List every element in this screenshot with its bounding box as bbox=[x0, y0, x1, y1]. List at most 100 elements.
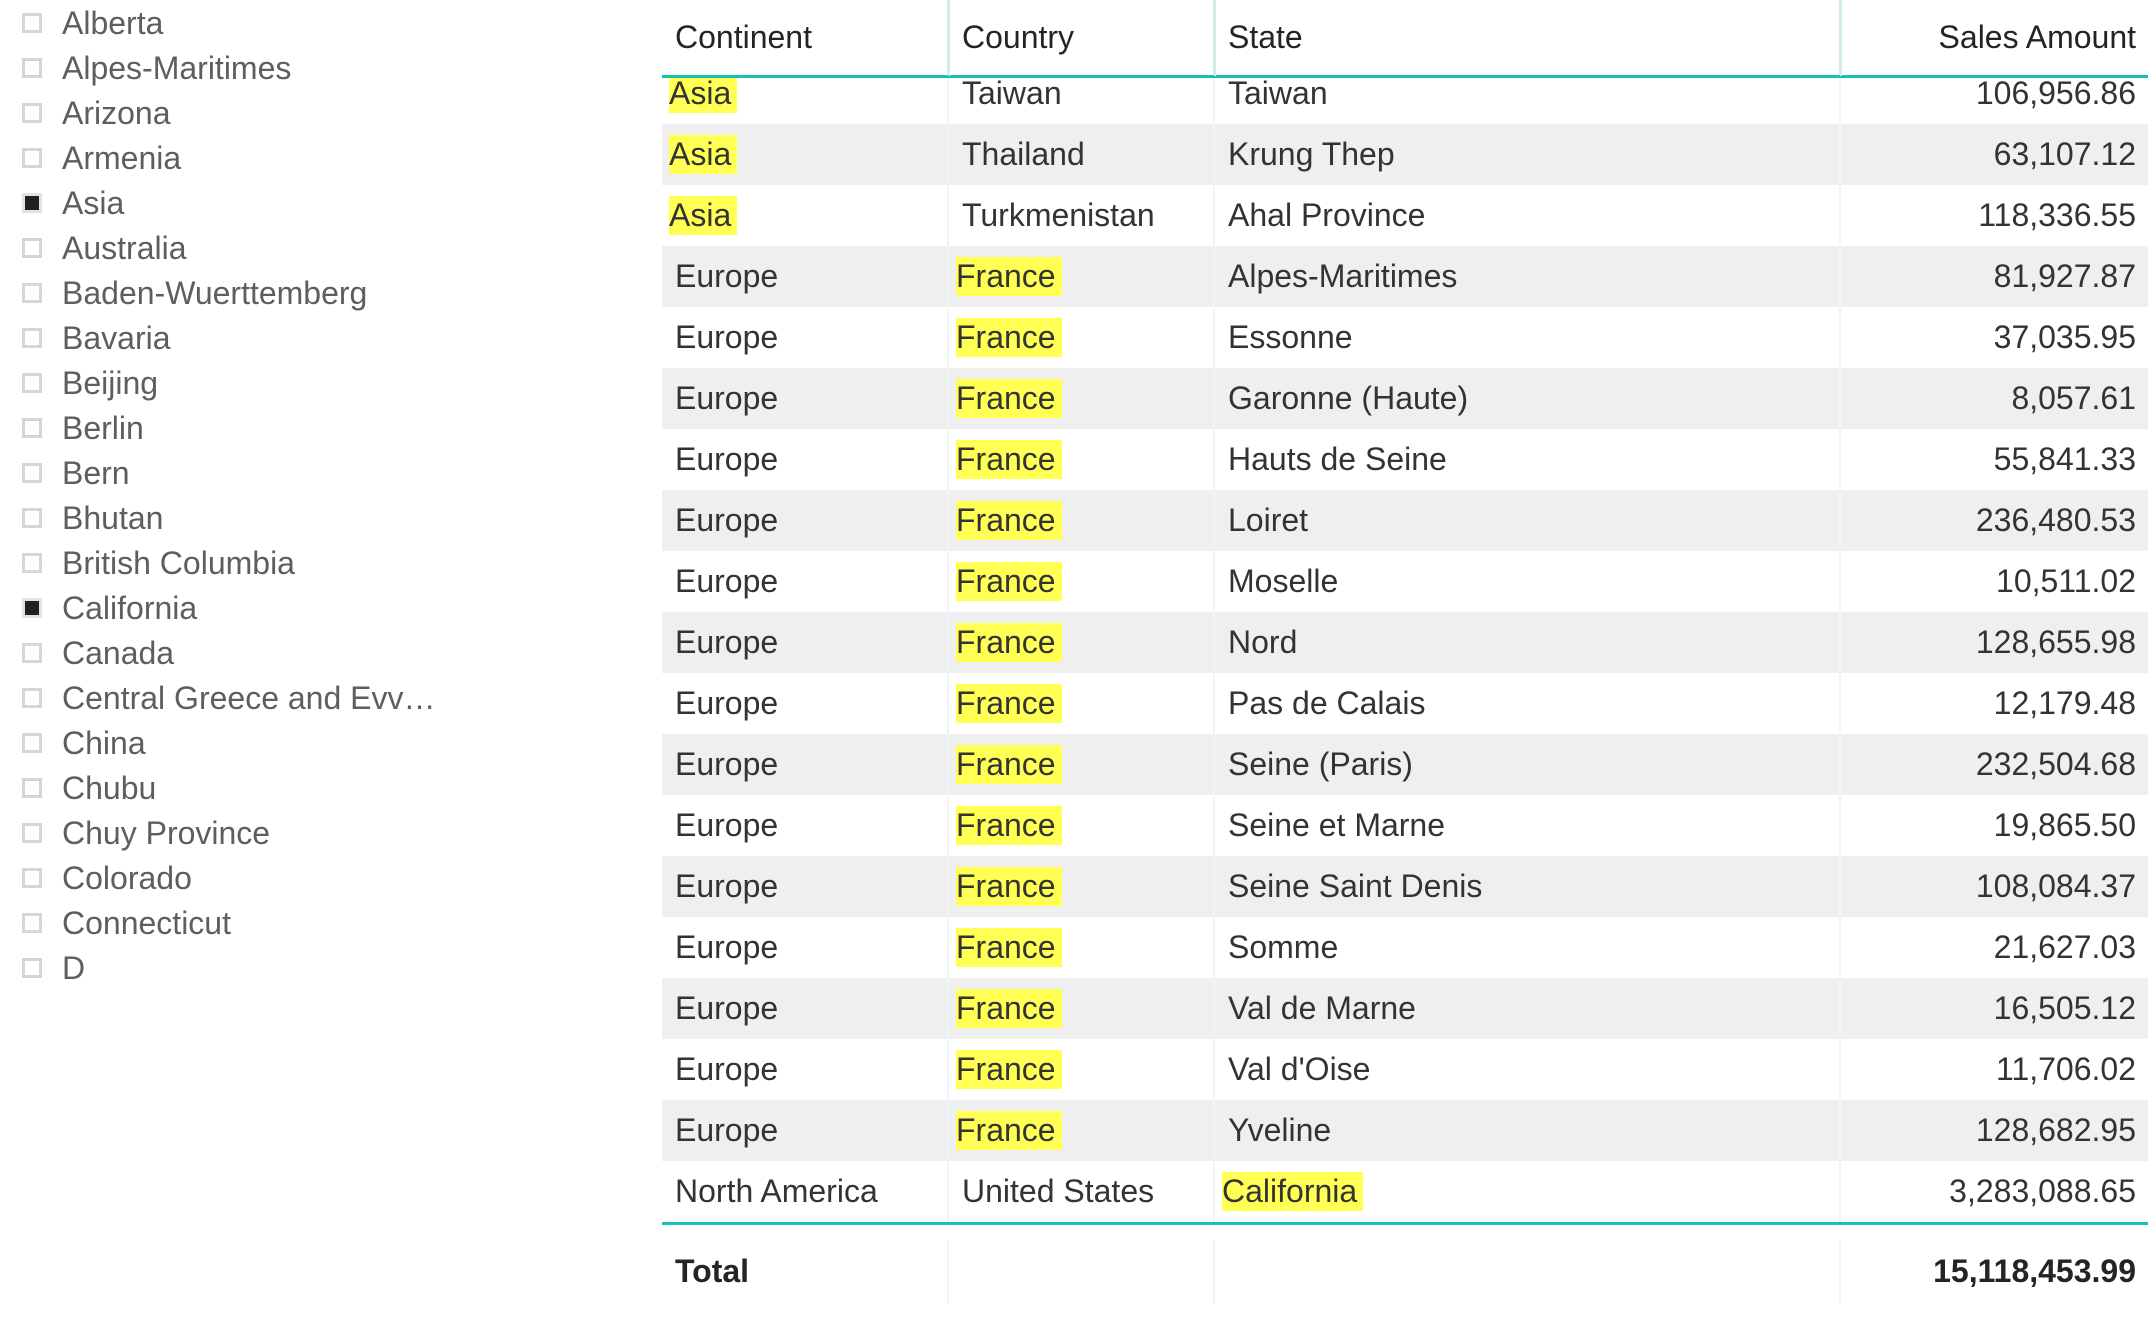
checkbox-unchecked-icon[interactable] bbox=[22, 418, 42, 438]
cell-state[interactable]: Val d'Oise bbox=[1214, 1039, 1840, 1100]
cell-country[interactable]: France bbox=[948, 1100, 1214, 1161]
cell-state[interactable]: Val de Marne bbox=[1214, 978, 1840, 1039]
slicer-item[interactable]: Alpes-Maritimes bbox=[0, 45, 600, 90]
checkbox-unchecked-icon[interactable] bbox=[22, 823, 42, 843]
cell-continent[interactable]: Europe bbox=[662, 612, 948, 673]
checkbox-unchecked-icon[interactable] bbox=[22, 913, 42, 933]
table-row[interactable]: EuropeFranceSeine (Paris)232,504.68 bbox=[662, 734, 2148, 795]
cell-sales-amount[interactable]: 16,505.12 bbox=[1840, 978, 2148, 1039]
checkbox-unchecked-icon[interactable] bbox=[22, 283, 42, 303]
cell-continent[interactable]: North America bbox=[662, 1161, 948, 1224]
cell-country[interactable]: France bbox=[948, 246, 1214, 307]
cell-state[interactable]: Yveline bbox=[1214, 1100, 1840, 1161]
column-header-country[interactable]: Country bbox=[948, 0, 1214, 76]
slicer-item-list[interactable]: AlbertaAlpes-MaritimesArizonaArmeniaAsia… bbox=[0, 0, 600, 990]
cell-continent[interactable]: Asia bbox=[662, 185, 948, 246]
slicer-item[interactable]: Canada bbox=[0, 630, 600, 675]
cell-sales-amount[interactable]: 118,336.55 bbox=[1840, 185, 2148, 246]
slicer-item[interactable]: Asia bbox=[0, 180, 600, 225]
table-row[interactable]: EuropeFranceAlpes-Maritimes81,927.87 bbox=[662, 246, 2148, 307]
checkbox-unchecked-icon[interactable] bbox=[22, 643, 42, 663]
cell-continent[interactable]: Europe bbox=[662, 490, 948, 551]
cell-state[interactable]: Garonne (Haute) bbox=[1214, 368, 1840, 429]
table-row[interactable]: EuropeFranceLoiret236,480.53 bbox=[662, 490, 2148, 551]
cell-country[interactable]: France bbox=[948, 368, 1214, 429]
checkbox-unchecked-icon[interactable] bbox=[22, 373, 42, 393]
slicer-item[interactable]: Central Greece and Evv… bbox=[0, 675, 600, 720]
slicer-item[interactable]: Australia bbox=[0, 225, 600, 270]
checkbox-unchecked-icon[interactable] bbox=[22, 328, 42, 348]
cell-state[interactable]: Seine et Marne bbox=[1214, 795, 1840, 856]
cell-country[interactable]: France bbox=[948, 429, 1214, 490]
cell-state[interactable]: Seine Saint Denis bbox=[1214, 856, 1840, 917]
cell-state[interactable]: Ahal Province bbox=[1214, 185, 1840, 246]
cell-country[interactable]: France bbox=[948, 856, 1214, 917]
column-header-sales-amount[interactable]: Sales Amount bbox=[1840, 0, 2148, 76]
cell-sales-amount[interactable]: 11,706.02 bbox=[1840, 1039, 2148, 1100]
cell-sales-amount[interactable]: 19,865.50 bbox=[1840, 795, 2148, 856]
cell-country[interactable]: France bbox=[948, 490, 1214, 551]
table-row[interactable]: AsiaThailandKrung Thep63,107.12 bbox=[662, 124, 2148, 185]
slicer-item[interactable]: Bern bbox=[0, 450, 600, 495]
table-row[interactable]: EuropeFranceSeine et Marne19,865.50 bbox=[662, 795, 2148, 856]
cell-state[interactable]: Hauts de Seine bbox=[1214, 429, 1840, 490]
cell-country[interactable]: France bbox=[948, 673, 1214, 734]
slicer-item[interactable]: Chubu bbox=[0, 765, 600, 810]
cell-country[interactable]: France bbox=[948, 734, 1214, 795]
slicer-item[interactable]: D bbox=[0, 945, 600, 990]
table-row[interactable]: EuropeFranceGaronne (Haute)8,057.61 bbox=[662, 368, 2148, 429]
table-row[interactable]: EuropeFrancePas de Calais12,179.48 bbox=[662, 673, 2148, 734]
slicer-item[interactable]: California bbox=[0, 585, 600, 630]
cell-sales-amount[interactable]: 63,107.12 bbox=[1840, 124, 2148, 185]
slicer-item[interactable]: China bbox=[0, 720, 600, 765]
cell-continent[interactable]: Europe bbox=[662, 856, 948, 917]
cell-continent[interactable]: Europe bbox=[662, 917, 948, 978]
cell-continent[interactable]: Asia bbox=[662, 124, 948, 185]
cell-sales-amount[interactable]: 3,283,088.65 bbox=[1840, 1161, 2148, 1224]
slicer-item[interactable]: Alberta bbox=[0, 0, 600, 45]
cell-country[interactable]: France bbox=[948, 612, 1214, 673]
slicer-item[interactable]: Baden-Wuerttemberg bbox=[0, 270, 600, 315]
slicer-scrollbar-track[interactable] bbox=[552, 0, 567, 1318]
cell-country[interactable]: Turkmenistan bbox=[948, 185, 1214, 246]
cell-continent[interactable]: Europe bbox=[662, 429, 948, 490]
cell-sales-amount[interactable]: 128,682.95 bbox=[1840, 1100, 2148, 1161]
table-row[interactable]: AsiaTurkmenistanAhal Province118,336.55 bbox=[662, 185, 2148, 246]
cell-country[interactable]: France bbox=[948, 307, 1214, 368]
cell-country[interactable]: Thailand bbox=[948, 124, 1214, 185]
cell-country[interactable]: France bbox=[948, 795, 1214, 856]
checkbox-unchecked-icon[interactable] bbox=[22, 463, 42, 483]
checkbox-checked-icon[interactable] bbox=[22, 193, 42, 213]
table-row[interactable]: EuropeFranceVal de Marne16,505.12 bbox=[662, 978, 2148, 1039]
slicer-item[interactable]: Colorado bbox=[0, 855, 600, 900]
checkbox-unchecked-icon[interactable] bbox=[22, 868, 42, 888]
cell-continent[interactable]: Europe bbox=[662, 734, 948, 795]
cell-sales-amount[interactable]: 21,627.03 bbox=[1840, 917, 2148, 978]
column-header-state[interactable]: State bbox=[1214, 0, 1840, 76]
cell-sales-amount[interactable]: 55,841.33 bbox=[1840, 429, 2148, 490]
checkbox-unchecked-icon[interactable] bbox=[22, 778, 42, 798]
cell-state[interactable]: Moselle bbox=[1214, 551, 1840, 612]
cell-country[interactable]: United States bbox=[948, 1161, 1214, 1224]
table-row[interactable]: EuropeFranceYveline128,682.95 bbox=[662, 1100, 2148, 1161]
geography-slicer[interactable]: AlbertaAlpes-MaritimesArizonaArmeniaAsia… bbox=[0, 0, 600, 1318]
table-row[interactable]: EuropeFranceMoselle10,511.02 bbox=[662, 551, 2148, 612]
slicer-item[interactable]: British Columbia bbox=[0, 540, 600, 585]
cell-state[interactable]: Krung Thep bbox=[1214, 124, 1840, 185]
checkbox-unchecked-icon[interactable] bbox=[22, 733, 42, 753]
checkbox-unchecked-icon[interactable] bbox=[22, 148, 42, 168]
cell-continent[interactable]: Europe bbox=[662, 795, 948, 856]
cell-state[interactable]: Essonne bbox=[1214, 307, 1840, 368]
cell-country[interactable]: France bbox=[948, 1039, 1214, 1100]
cell-sales-amount[interactable]: 236,480.53 bbox=[1840, 490, 2148, 551]
table-row[interactable]: EuropeFranceEssonne37,035.95 bbox=[662, 307, 2148, 368]
slicer-item[interactable]: Berlin bbox=[0, 405, 600, 450]
cell-continent[interactable]: Europe bbox=[662, 246, 948, 307]
cell-sales-amount[interactable]: 8,057.61 bbox=[1840, 368, 2148, 429]
cell-continent[interactable]: Europe bbox=[662, 978, 948, 1039]
cell-continent[interactable]: Europe bbox=[662, 551, 948, 612]
slicer-item[interactable]: Bavaria bbox=[0, 315, 600, 360]
cell-sales-amount[interactable]: 10,511.02 bbox=[1840, 551, 2148, 612]
checkbox-unchecked-icon[interactable] bbox=[22, 103, 42, 123]
checkbox-unchecked-icon[interactable] bbox=[22, 238, 42, 258]
